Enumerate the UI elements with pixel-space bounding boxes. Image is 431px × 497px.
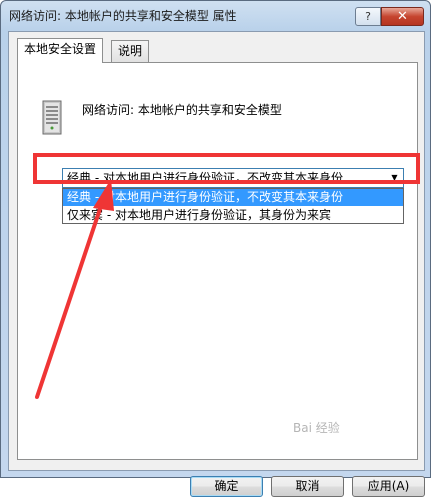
tab-explain[interactable]: 说明 xyxy=(111,40,150,62)
cancel-button[interactable]: 取消 xyxy=(271,476,344,497)
policy-name: 网络访问: 本地帐户的共享和安全模型 xyxy=(82,103,282,117)
tab-local-security-setting[interactable]: 本地安全设置 xyxy=(17,38,104,63)
window-title: 网络访问: 本地帐户的共享和安全模型 属性 xyxy=(9,9,237,23)
server-icon xyxy=(42,100,62,135)
dialog-content: 本地安全设置 说明 网络访问: 本地帐户的共享和安全模型 经典 - 对本地用户进… xyxy=(8,31,425,497)
help-button[interactable]: ? xyxy=(355,7,381,26)
model-dropdown-list: 经典 - 对本地用户进行身份验证，不改变其本来身份 仅来宾 - 对本地用户进行身… xyxy=(62,188,404,224)
dropdown-option-classic[interactable]: 经典 - 对本地用户进行身份验证，不改变其本来身份 xyxy=(63,189,403,206)
watermark: Bai 经验 xyxy=(293,421,340,435)
ok-button[interactable]: 确定 xyxy=(190,476,263,497)
properties-window: 网络访问: 本地帐户的共享和安全模型 属性 ? ✕ 本地安全设置 说明 网络访问… xyxy=(0,0,431,497)
apply-button[interactable]: 应用(A) xyxy=(352,476,425,497)
dropdown-option-guest-only[interactable]: 仅来宾 - 对本地用户进行身份验证，其身份为来宾 xyxy=(63,207,403,224)
tab-panel: 网络访问: 本地帐户的共享和安全模型 经典 - 对本地用户进行身份验证，不改变其… xyxy=(17,62,418,460)
close-button[interactable]: ✕ xyxy=(381,7,424,26)
annotation-highlight-box xyxy=(33,153,420,184)
